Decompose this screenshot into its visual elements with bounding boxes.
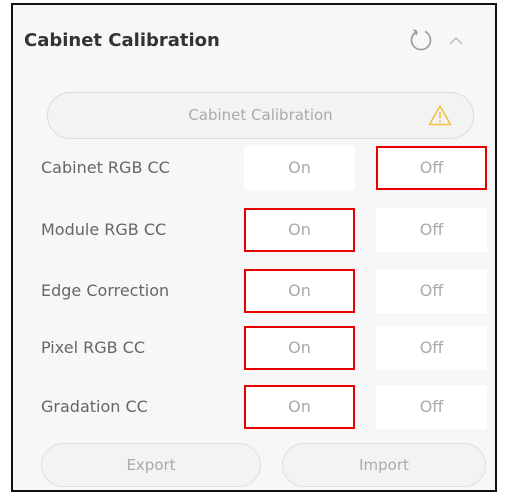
panel-title: Cabinet Calibration	[24, 30, 220, 51]
row-pixel-rgb-cc: Pixel RGB CC On Off	[41, 326, 487, 370]
chevron-up-icon[interactable]	[446, 31, 466, 51]
pixel-rgb-cc-off-button[interactable]: Off	[376, 326, 487, 370]
gradation-cc-off-button[interactable]: Off	[376, 385, 487, 429]
row-module-rgb-cc: Module RGB CC On Off	[41, 208, 487, 252]
import-button[interactable]: Import	[282, 443, 486, 487]
cabinet-rgb-cc-label: Cabinet RGB CC	[41, 158, 170, 177]
row-cabinet-rgb-cc: Cabinet RGB CC On Off	[41, 146, 487, 190]
export-button[interactable]: Export	[41, 443, 261, 487]
cabinet-calibration-button[interactable]: Cabinet Calibration	[47, 92, 474, 139]
pixel-rgb-cc-on-button[interactable]: On	[244, 326, 355, 370]
edge-correction-off-button[interactable]: Off	[376, 269, 487, 313]
module-rgb-cc-on-button[interactable]: On	[244, 208, 355, 252]
module-rgb-cc-off-button[interactable]: Off	[376, 208, 487, 252]
refresh-icon[interactable]	[408, 27, 434, 53]
cabinet-calibration-button-label: Cabinet Calibration	[188, 106, 333, 124]
warning-icon	[428, 105, 452, 126]
row-edge-correction: Edge Correction On Off	[41, 269, 487, 313]
pixel-rgb-cc-label: Pixel RGB CC	[41, 338, 146, 357]
panel-header: Cabinet Calibration	[24, 26, 474, 56]
row-gradation-cc: Gradation CC On Off	[41, 385, 487, 429]
edge-correction-label: Edge Correction	[41, 281, 170, 300]
edge-correction-on-button[interactable]: On	[244, 269, 355, 313]
module-rgb-cc-label: Module RGB CC	[41, 220, 167, 239]
cabinet-rgb-cc-on-button[interactable]: On	[244, 146, 355, 190]
gradation-cc-on-button[interactable]: On	[244, 385, 355, 429]
gradation-cc-label: Gradation CC	[41, 397, 148, 416]
cabinet-rgb-cc-off-button[interactable]: Off	[376, 146, 487, 190]
